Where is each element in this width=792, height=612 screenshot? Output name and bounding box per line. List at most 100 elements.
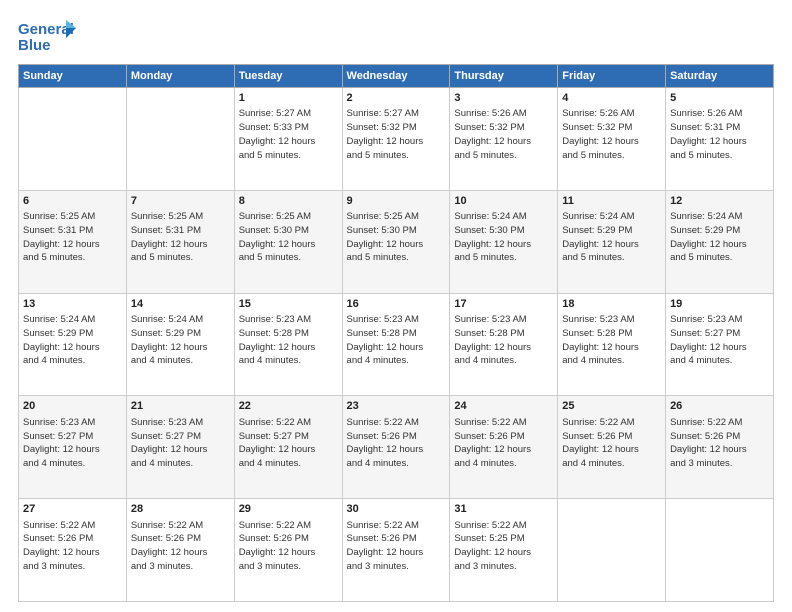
calendar-cell: 13Sunrise: 5:24 AM Sunset: 5:29 PM Dayli… xyxy=(19,293,127,396)
calendar: SundayMondayTuesdayWednesdayThursdayFrid… xyxy=(18,64,774,602)
calendar-cell: 23Sunrise: 5:22 AM Sunset: 5:26 PM Dayli… xyxy=(342,396,450,499)
day-of-week-header: Friday xyxy=(558,65,666,88)
calendar-cell: 14Sunrise: 5:24 AM Sunset: 5:29 PM Dayli… xyxy=(126,293,234,396)
day-number: 31 xyxy=(454,502,553,517)
calendar-cell: 10Sunrise: 5:24 AM Sunset: 5:30 PM Dayli… xyxy=(450,190,558,293)
day-number: 26 xyxy=(670,399,769,414)
logo-svg: GeneralBlue xyxy=(18,18,78,54)
calendar-week-row: 27 Sunrise: 5:22 AM Sunset: 5:26 PM Dayli… xyxy=(19,499,774,602)
calendar-cell: 20 Sunrise: 5:23 AM Sunset: 5:27 PM Dayli… xyxy=(19,396,127,499)
calendar-cell: 15Sunrise: 5:23 AM Sunset: 5:28 PM Dayli… xyxy=(234,293,342,396)
day-info: Sunrise: 5:26 AM Sunset: 5:32 PM Dayligh… xyxy=(454,107,553,162)
day-info: Sunrise: 5:22 AM Sunset: 5:26 PM Dayligh… xyxy=(562,416,661,471)
day-info: Sunrise: 5:25 AM Sunset: 5:30 PM Dayligh… xyxy=(347,210,446,265)
day-number: 16 xyxy=(347,297,446,312)
day-info: Sunrise: 5:23 AM Sunset: 5:28 PM Dayligh… xyxy=(239,313,338,368)
day-info: Sunrise: 5:23 AM Sunset: 5:27 PM Dayligh… xyxy=(131,416,230,471)
day-info: Sunrise: 5:22 AM Sunset: 5:26 PM Dayligh… xyxy=(670,416,769,471)
day-number: 28 xyxy=(131,502,230,517)
calendar-cell: 9Sunrise: 5:25 AM Sunset: 5:30 PM Daylig… xyxy=(342,190,450,293)
calendar-cell: 4Sunrise: 5:26 AM Sunset: 5:32 PM Daylig… xyxy=(558,88,666,191)
day-info: Sunrise: 5:26 AM Sunset: 5:31 PM Dayligh… xyxy=(670,107,769,162)
day-info: Sunrise: 5:23 AM Sunset: 5:27 PM Dayligh… xyxy=(23,416,122,471)
calendar-header-row: SundayMondayTuesdayWednesdayThursdayFrid… xyxy=(19,65,774,88)
calendar-cell: 24 Sunrise: 5:22 AM Sunset: 5:26 PM Dayli… xyxy=(450,396,558,499)
calendar-cell: 22Sunrise: 5:22 AM Sunset: 5:27 PM Dayli… xyxy=(234,396,342,499)
day-info: Sunrise: 5:23 AM Sunset: 5:27 PM Dayligh… xyxy=(670,313,769,368)
day-info: Sunrise: 5:24 AM Sunset: 5:29 PM Dayligh… xyxy=(23,313,122,368)
day-of-week-header: Thursday xyxy=(450,65,558,88)
day-number: 21 xyxy=(131,399,230,414)
day-info: Sunrise: 5:22 AM Sunset: 5:26 PM Dayligh… xyxy=(347,519,446,574)
calendar-cell xyxy=(558,499,666,602)
day-info: Sunrise: 5:23 AM Sunset: 5:28 PM Dayligh… xyxy=(562,313,661,368)
calendar-cell: 31 Sunrise: 5:22 AM Sunset: 5:25 PM Dayli… xyxy=(450,499,558,602)
day-number: 25 xyxy=(562,399,661,414)
day-info: Sunrise: 5:24 AM Sunset: 5:29 PM Dayligh… xyxy=(562,210,661,265)
day-info: Sunrise: 5:22 AM Sunset: 5:26 PM Dayligh… xyxy=(454,416,553,471)
day-number: 6 xyxy=(23,194,122,209)
day-info: Sunrise: 5:22 AM Sunset: 5:25 PM Dayligh… xyxy=(454,519,553,574)
day-number: 3 xyxy=(454,91,553,106)
calendar-cell: 2Sunrise: 5:27 AM Sunset: 5:32 PM Daylig… xyxy=(342,88,450,191)
logo: GeneralBlue xyxy=(18,18,78,54)
day-number: 14 xyxy=(131,297,230,312)
calendar-cell xyxy=(666,499,774,602)
day-info: Sunrise: 5:24 AM Sunset: 5:30 PM Dayligh… xyxy=(454,210,553,265)
calendar-week-row: 1Sunrise: 5:27 AM Sunset: 5:33 PM Daylig… xyxy=(19,88,774,191)
calendar-cell: 17Sunrise: 5:23 AM Sunset: 5:28 PM Dayli… xyxy=(450,293,558,396)
day-number: 12 xyxy=(670,194,769,209)
day-number: 13 xyxy=(23,297,122,312)
day-number: 11 xyxy=(562,194,661,209)
calendar-cell xyxy=(19,88,127,191)
calendar-week-row: 13Sunrise: 5:24 AM Sunset: 5:29 PM Dayli… xyxy=(19,293,774,396)
calendar-cell: 12Sunrise: 5:24 AM Sunset: 5:29 PM Dayli… xyxy=(666,190,774,293)
day-number: 18 xyxy=(562,297,661,312)
calendar-cell: 7Sunrise: 5:25 AM Sunset: 5:31 PM Daylig… xyxy=(126,190,234,293)
calendar-cell: 3Sunrise: 5:26 AM Sunset: 5:32 PM Daylig… xyxy=(450,88,558,191)
day-number: 9 xyxy=(347,194,446,209)
day-info: Sunrise: 5:25 AM Sunset: 5:30 PM Dayligh… xyxy=(239,210,338,265)
day-number: 10 xyxy=(454,194,553,209)
calendar-cell: 30 Sunrise: 5:22 AM Sunset: 5:26 PM Dayli… xyxy=(342,499,450,602)
day-number: 24 xyxy=(454,399,553,414)
day-number: 15 xyxy=(239,297,338,312)
page-header: GeneralBlue xyxy=(18,18,774,54)
day-number: 1 xyxy=(239,91,338,106)
svg-text:General: General xyxy=(18,21,74,38)
day-info: Sunrise: 5:23 AM Sunset: 5:28 PM Dayligh… xyxy=(347,313,446,368)
calendar-cell: 29Sunrise: 5:22 AM Sunset: 5:26 PM Dayli… xyxy=(234,499,342,602)
day-info: Sunrise: 5:25 AM Sunset: 5:31 PM Dayligh… xyxy=(131,210,230,265)
day-number: 17 xyxy=(454,297,553,312)
day-number: 19 xyxy=(670,297,769,312)
day-info: Sunrise: 5:25 AM Sunset: 5:31 PM Dayligh… xyxy=(23,210,122,265)
day-number: 2 xyxy=(347,91,446,106)
calendar-week-row: 6Sunrise: 5:25 AM Sunset: 5:31 PM Daylig… xyxy=(19,190,774,293)
calendar-cell: 28 Sunrise: 5:22 AM Sunset: 5:26 PM Dayli… xyxy=(126,499,234,602)
day-of-week-header: Wednesday xyxy=(342,65,450,88)
calendar-cell: 27 Sunrise: 5:22 AM Sunset: 5:26 PM Dayli… xyxy=(19,499,127,602)
day-of-week-header: Sunday xyxy=(19,65,127,88)
day-info: Sunrise: 5:22 AM Sunset: 5:26 PM Dayligh… xyxy=(131,519,230,574)
day-number: 4 xyxy=(562,91,661,106)
day-info: Sunrise: 5:22 AM Sunset: 5:26 PM Dayligh… xyxy=(23,519,122,574)
day-info: Sunrise: 5:24 AM Sunset: 5:29 PM Dayligh… xyxy=(670,210,769,265)
day-number: 22 xyxy=(239,399,338,414)
calendar-cell: 16Sunrise: 5:23 AM Sunset: 5:28 PM Dayli… xyxy=(342,293,450,396)
day-number: 27 xyxy=(23,502,122,517)
svg-text:Blue: Blue xyxy=(18,37,51,54)
day-info: Sunrise: 5:27 AM Sunset: 5:32 PM Dayligh… xyxy=(347,107,446,162)
day-of-week-header: Saturday xyxy=(666,65,774,88)
calendar-cell: 5Sunrise: 5:26 AM Sunset: 5:31 PM Daylig… xyxy=(666,88,774,191)
calendar-cell: 21 Sunrise: 5:23 AM Sunset: 5:27 PM Dayli… xyxy=(126,396,234,499)
calendar-cell: 19Sunrise: 5:23 AM Sunset: 5:27 PM Dayli… xyxy=(666,293,774,396)
day-number: 23 xyxy=(347,399,446,414)
calendar-cell: 26 Sunrise: 5:22 AM Sunset: 5:26 PM Dayli… xyxy=(666,396,774,499)
day-number: 20 xyxy=(23,399,122,414)
calendar-cell: 1Sunrise: 5:27 AM Sunset: 5:33 PM Daylig… xyxy=(234,88,342,191)
calendar-week-row: 20 Sunrise: 5:23 AM Sunset: 5:27 PM Dayli… xyxy=(19,396,774,499)
day-number: 30 xyxy=(347,502,446,517)
calendar-cell: 8Sunrise: 5:25 AM Sunset: 5:30 PM Daylig… xyxy=(234,190,342,293)
day-number: 7 xyxy=(131,194,230,209)
calendar-cell: 11Sunrise: 5:24 AM Sunset: 5:29 PM Dayli… xyxy=(558,190,666,293)
